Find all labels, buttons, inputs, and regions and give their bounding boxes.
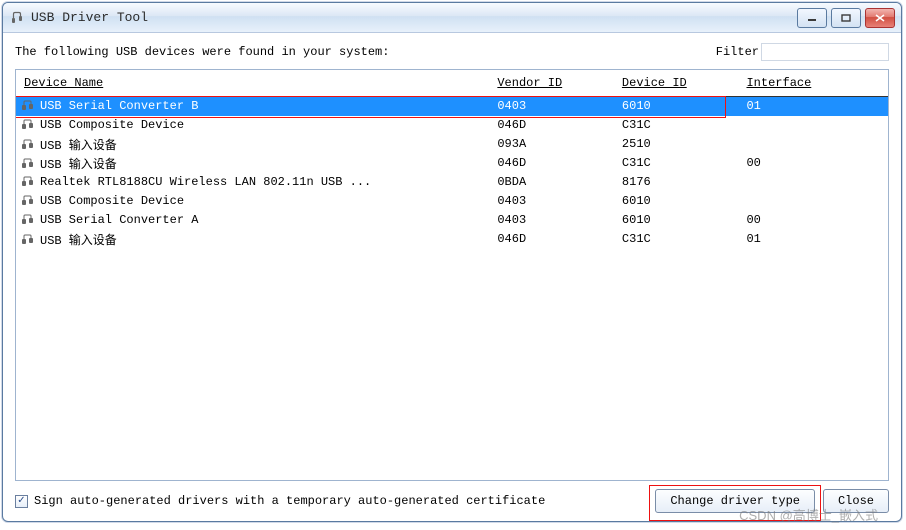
top-row: The following USB devices were found in … (15, 43, 889, 61)
interface-cell (738, 116, 888, 135)
bottom-row: ✓ Sign auto-generated drivers with a tem… (15, 481, 889, 513)
vendor-id-cell: 046D (489, 116, 614, 135)
minimize-button[interactable] (797, 8, 827, 28)
device-name-cell: Realtek RTL8188CU Wireless LAN 802.11n U… (16, 173, 489, 192)
device-name-cell: USB 输入设备 (16, 154, 489, 173)
device-name-text: USB Composite Device (40, 194, 184, 208)
usb-icon (20, 119, 36, 131)
usb-icon (20, 176, 36, 188)
sign-checkbox[interactable]: ✓ (15, 495, 28, 508)
intro-text: The following USB devices were found in … (15, 45, 716, 59)
usb-icon (20, 195, 36, 207)
usb-icon (20, 214, 36, 226)
usb-icon (20, 234, 36, 246)
close-window-button[interactable] (865, 8, 895, 28)
col-device-name[interactable]: Device Name (16, 70, 489, 97)
filter-label: Filter (716, 45, 759, 59)
window-title: USB Driver Tool (31, 10, 797, 25)
sign-checkbox-wrap[interactable]: ✓ Sign auto-generated drivers with a tem… (15, 494, 647, 508)
change-driver-type-button[interactable]: Change driver type (655, 489, 815, 513)
sign-checkbox-label: Sign auto-generated drivers with a tempo… (34, 494, 545, 508)
col-device-id[interactable]: Device ID (614, 70, 739, 97)
device-name-text: USB 输入设备 (40, 158, 117, 172)
device-id-cell: 6010 (614, 211, 739, 230)
usb-icon (20, 100, 36, 112)
device-name-text: USB Composite Device (40, 118, 184, 132)
table-row[interactable]: USB 输入设备 046DC31C01 (16, 230, 888, 249)
usb-icon (20, 158, 36, 170)
col-vendor-id[interactable]: Vendor ID (489, 70, 614, 97)
titlebar[interactable]: USB Driver Tool (3, 3, 901, 33)
filter-input[interactable] (761, 43, 889, 61)
device-name-cell: USB Composite Device (16, 192, 489, 211)
app-icon (9, 10, 25, 26)
vendor-id-cell: 0403 (489, 192, 614, 211)
device-table: Device Name Vendor ID Device ID Interfac… (16, 70, 888, 249)
close-button[interactable]: Close (823, 489, 889, 513)
device-id-cell: 2510 (614, 135, 739, 154)
device-name-text: USB 输入设备 (40, 139, 117, 153)
device-name-text: Realtek RTL8188CU Wireless LAN 802.11n U… (40, 175, 371, 189)
vendor-id-cell: 046D (489, 154, 614, 173)
table-header-row[interactable]: Device Name Vendor ID Device ID Interfac… (16, 70, 888, 97)
device-name-cell: USB 输入设备 (16, 135, 489, 154)
vendor-id-cell: 093A (489, 135, 614, 154)
device-id-cell: 8176 (614, 173, 739, 192)
window-frame: USB Driver Tool The following USB device… (2, 2, 902, 522)
interface-cell: 00 (738, 211, 888, 230)
col-interface[interactable]: Interface (738, 70, 888, 97)
table-row[interactable]: USB Composite Device 04036010 (16, 192, 888, 211)
interface-cell: 01 (738, 97, 888, 116)
device-name-text: USB 输入设备 (40, 234, 117, 248)
interface-cell (738, 192, 888, 211)
device-id-cell: C31C (614, 116, 739, 135)
device-list[interactable]: Device Name Vendor ID Device ID Interfac… (15, 69, 889, 481)
table-row[interactable]: USB Serial Converter B 0403601001 (16, 97, 888, 116)
usb-icon (20, 139, 36, 151)
vendor-id-cell: 046D (489, 230, 614, 249)
device-name-text: USB Serial Converter A (40, 213, 198, 227)
device-name-cell: USB Serial Converter B (16, 97, 489, 116)
device-id-cell: 6010 (614, 97, 739, 116)
table-row[interactable]: USB Serial Converter A 0403601000 (16, 211, 888, 230)
device-id-cell: 6010 (614, 192, 739, 211)
device-name-cell: USB Composite Device (16, 116, 489, 135)
table-row[interactable]: USB 输入设备 046DC31C00 (16, 154, 888, 173)
interface-cell (738, 173, 888, 192)
table-row[interactable]: USB 输入设备 093A2510 (16, 135, 888, 154)
vendor-id-cell: 0403 (489, 211, 614, 230)
interface-cell: 00 (738, 154, 888, 173)
vendor-id-cell: 0403 (489, 97, 614, 116)
interface-cell: 01 (738, 230, 888, 249)
table-row[interactable]: Realtek RTL8188CU Wireless LAN 802.11n U… (16, 173, 888, 192)
maximize-button[interactable] (831, 8, 861, 28)
device-name-text: USB Serial Converter B (40, 99, 198, 113)
device-name-cell: USB 输入设备 (16, 230, 489, 249)
device-id-cell: C31C (614, 230, 739, 249)
interface-cell (738, 135, 888, 154)
device-id-cell: C31C (614, 154, 739, 173)
device-name-cell: USB Serial Converter A (16, 211, 489, 230)
client-area: The following USB devices were found in … (3, 33, 901, 521)
vendor-id-cell: 0BDA (489, 173, 614, 192)
table-row[interactable]: USB Composite Device 046DC31C (16, 116, 888, 135)
window-controls (797, 8, 895, 28)
